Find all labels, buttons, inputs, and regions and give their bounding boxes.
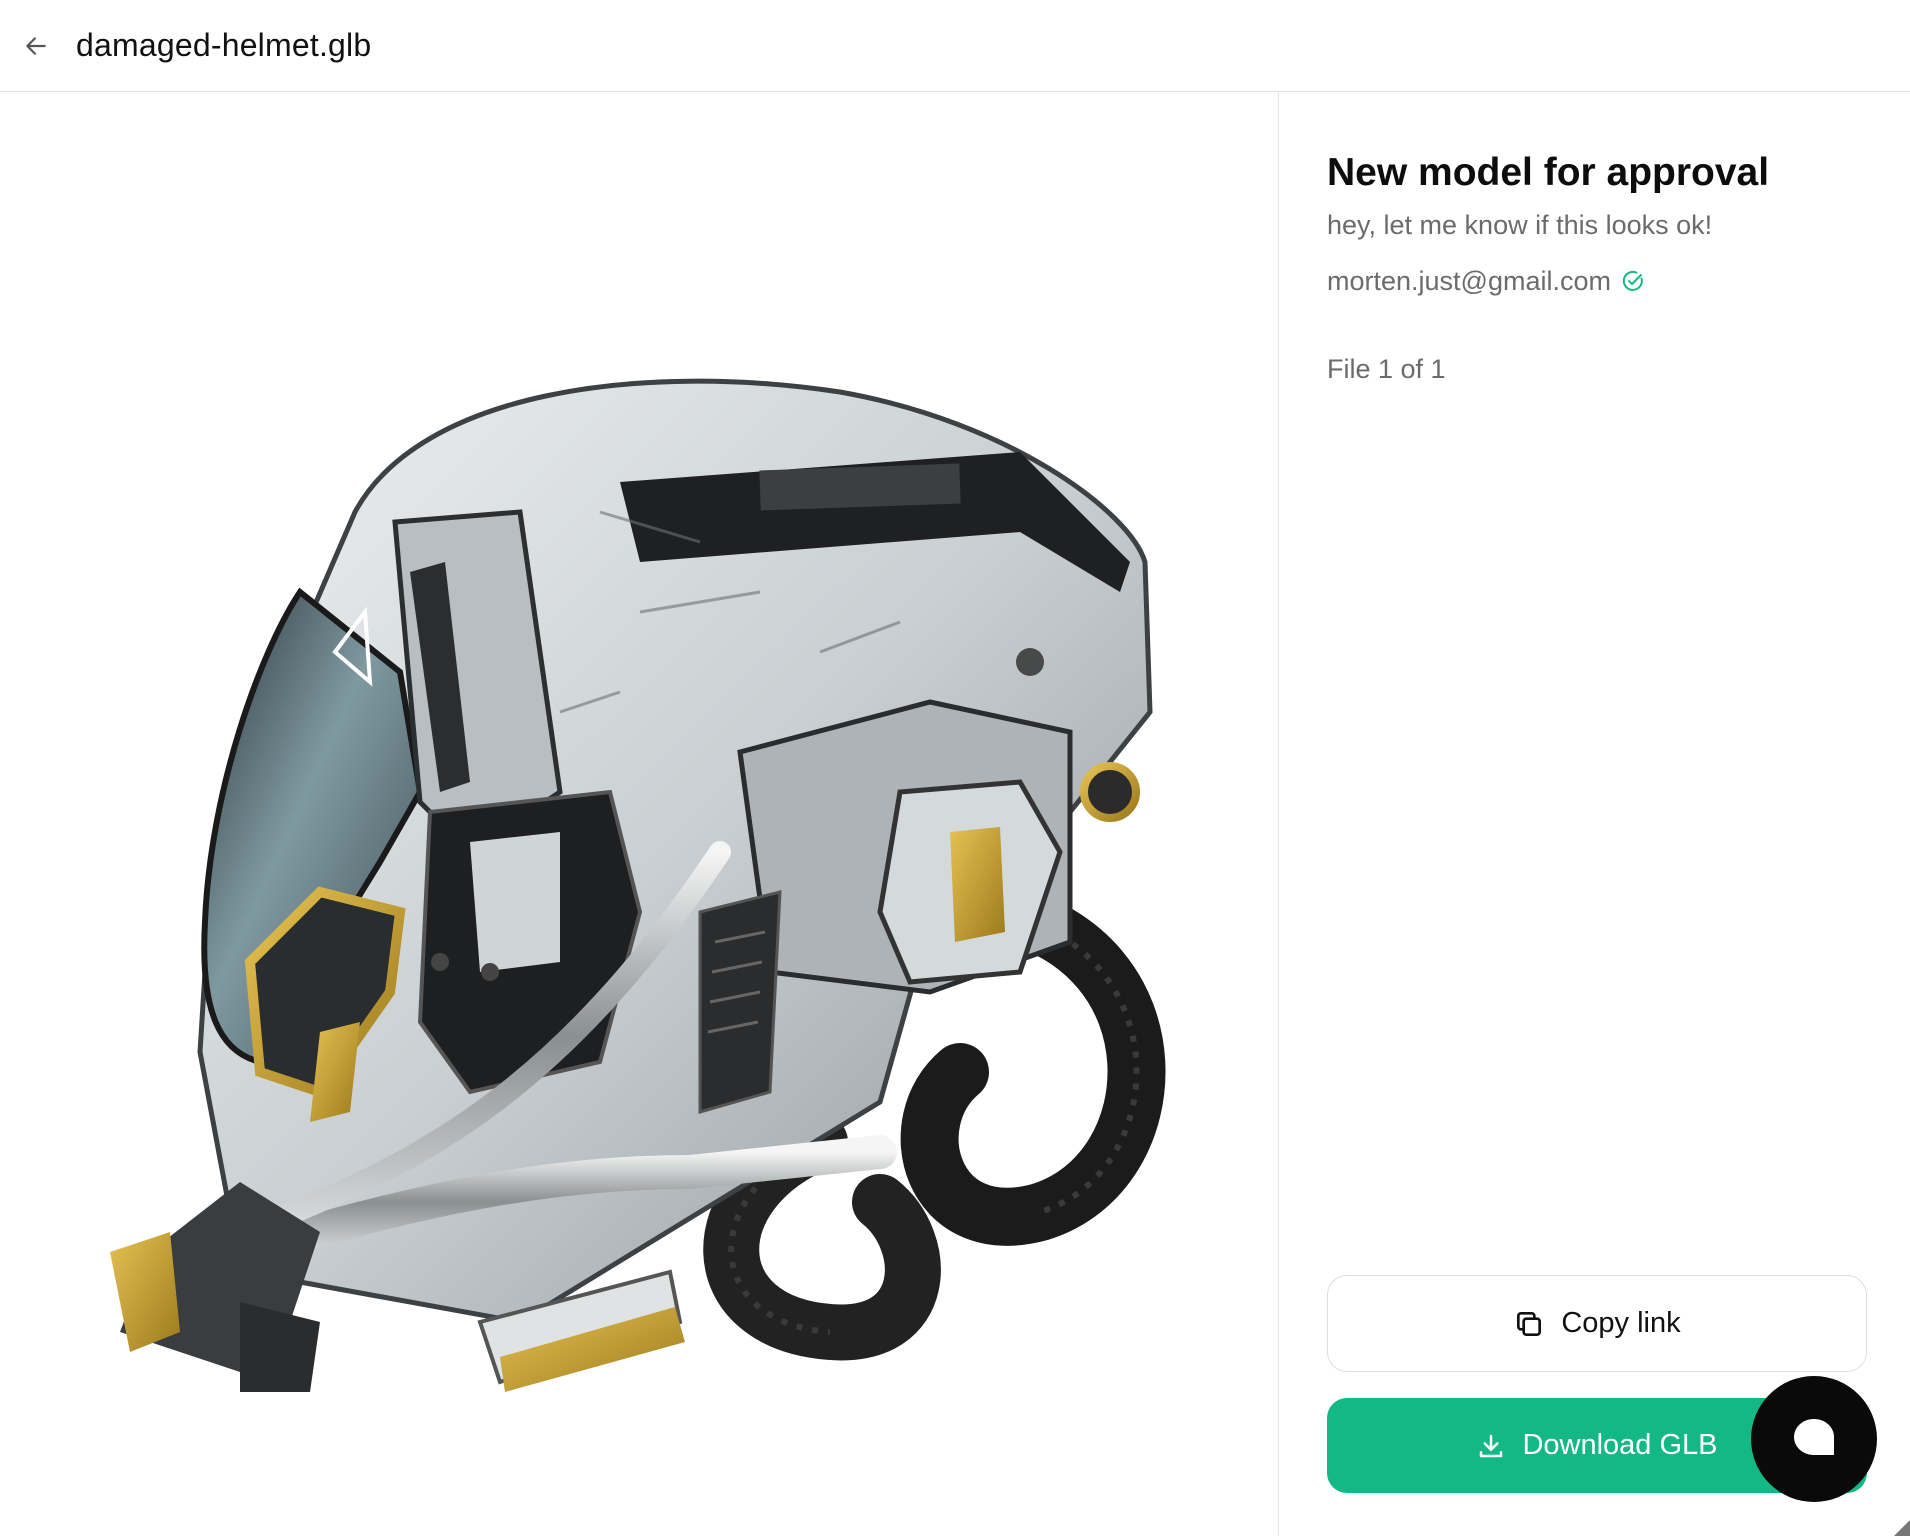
chat-launcher-button[interactable]	[1751, 1376, 1877, 1502]
sender-email: morten.just@gmail.com	[1327, 266, 1611, 296]
chat-bubble-icon	[1794, 1419, 1834, 1455]
sender-email-row: morten.just@gmail.com	[1327, 263, 1645, 299]
helmet-model-render	[110, 378, 1166, 1392]
arrow-left-icon	[26, 37, 46, 55]
file-title: damaged-helmet.glb	[76, 27, 372, 63]
download-glb-label: Download GLB	[1522, 1429, 1718, 1461]
copy-link-button[interactable]: Copy link	[1327, 1275, 1867, 1372]
file-count: File 1 of 1	[1327, 354, 1446, 384]
download-icon	[1480, 1434, 1503, 1457]
resize-corner-icon	[1894, 1520, 1910, 1536]
model-viewer[interactable]	[0, 92, 1278, 1536]
details-panel: New model for approval hey, let me know …	[1279, 92, 1910, 1536]
top-bar: damaged-helmet.glb	[0, 0, 1910, 92]
back-button[interactable]	[16, 26, 56, 66]
approval-title: New model for approval	[1327, 151, 1770, 194]
check-circle-icon	[1622, 270, 1643, 291]
copy-icon	[1517, 1311, 1542, 1336]
approval-message: hey, let me know if this looks ok!	[1327, 210, 1713, 240]
copy-link-label: Copy link	[1561, 1307, 1681, 1339]
